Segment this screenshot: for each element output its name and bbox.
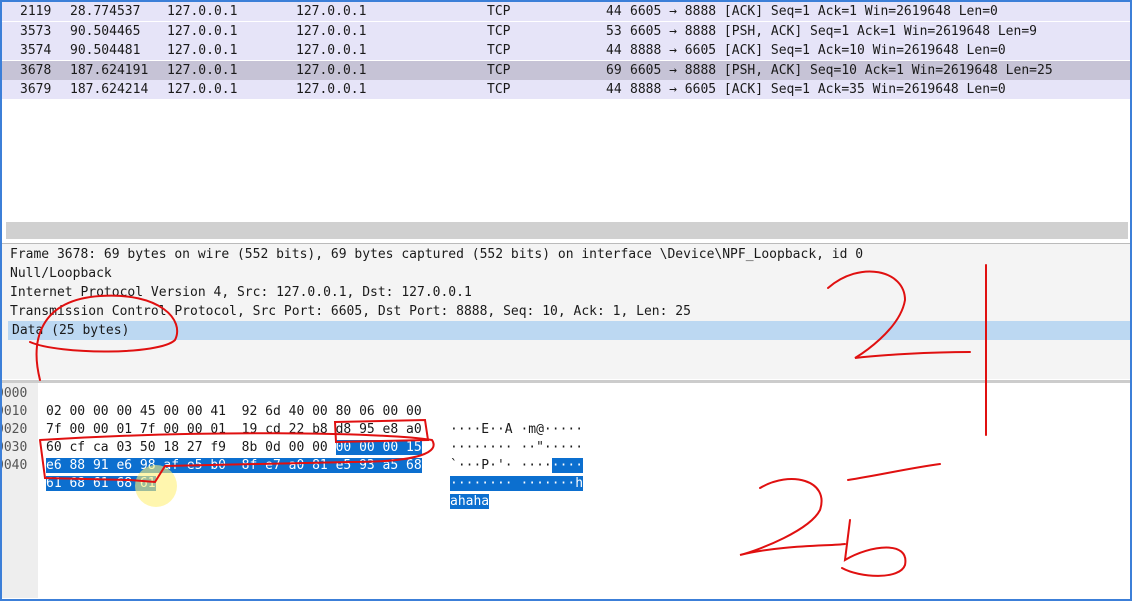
packet-row[interactable]: 2119 28.774537 127.0.0.1 127.0.0.1 TCP 44 6605… [2, 2, 1130, 21]
packet-info: 6605 → 8888 [PSH, ACK] Seq=1 Ack=1 Win=2… [630, 23, 1037, 39]
detail-tree-item[interactable]: Internet Protocol Version 4, Src: 127.0.… [10, 283, 472, 302]
hex-offset: 0010 [0, 404, 28, 419]
ascii-plain: `···P·'· ···· [450, 458, 552, 473]
packet-proto: TCP [487, 43, 511, 58]
hex-bytes-selected: 00 00 00 15 [335, 440, 422, 455]
detail-tree-item[interactable]: Frame 3678: 69 bytes on wire (552 bits),… [10, 245, 863, 264]
packet-details-pane[interactable]: Frame 3678: 69 bytes on wire (552 bits),… [2, 243, 1130, 379]
packet-dst: 127.0.0.1 [296, 23, 367, 39]
ascii-selected: ········ ·······h [450, 476, 584, 491]
packet-src: 127.0.0.1 [167, 82, 238, 97]
packet-row[interactable]: 3574 90.504481 127.0.0.1 127.0.0.1 TCP 44 8888… [2, 41, 1130, 60]
packet-no: 3678 [20, 62, 52, 78]
hex-offset: 0030 [0, 440, 28, 455]
packet-dst: 127.0.0.1 [296, 4, 367, 19]
packet-dst: 127.0.0.1 [296, 43, 367, 58]
detail-tree-item[interactable]: Data (25 bytes) [8, 321, 1130, 340]
ascii-selected: ahaha [450, 494, 490, 509]
packet-src: 127.0.0.1 [167, 4, 238, 19]
hex-bytes[interactable]: 7f 00 00 01 7f 00 00 01 19 cd 22 b8 d8 9… [46, 421, 422, 439]
packet-len: 53 [606, 23, 622, 39]
packet-len: 44 [606, 4, 622, 19]
packet-no: 3574 [20, 43, 52, 58]
detail-tree-item[interactable]: Transmission Control Protocol, Src Port:… [10, 302, 691, 321]
hex-bytes-plain: 60 cf ca 03 50 18 27 f9 8b 0d 00 00 [46, 440, 336, 455]
horizontal-scrollbar[interactable] [6, 222, 1128, 239]
hex-offset: 0020 [0, 422, 28, 437]
packet-row[interactable]: 3573 90.504465 127.0.0.1 127.0.0.1 TCP 53 6605… [2, 21, 1130, 41]
packet-row[interactable]: 3678 187.624191 127.0.0.1 127.0.0.1 TCP 69 660… [2, 60, 1130, 80]
ascii-bytes[interactable]: `···P·'· ········ [450, 457, 584, 475]
hex-bytes-selected: e6 88 91 e6 98 af e5 b0 8f e7 a0 81 e5 9… [46, 458, 422, 473]
hex-bytes[interactable]: 60 cf ca 03 50 18 27 f9 8b 0d 00 00 00 0… [46, 439, 422, 457]
packet-dst: 127.0.0.1 [296, 82, 367, 97]
packet-info: 6605 → 8888 [PSH, ACK] Seq=10 Ack=1 Win=… [630, 62, 1053, 78]
packet-proto: TCP [487, 4, 511, 19]
hex-bytes[interactable]: e6 88 91 e6 98 af e5 b0 8f e7 a0 81 e5 9… [46, 457, 422, 475]
packet-proto: TCP [487, 82, 511, 97]
packet-info: 8888 → 6605 [ACK] Seq=1 Ack=10 Win=26196… [630, 43, 1006, 58]
hex-offset: 0040 [0, 458, 28, 473]
packet-time: 90.504465 [70, 23, 141, 39]
packet-no: 3573 [20, 23, 52, 39]
packet-src: 127.0.0.1 [167, 62, 238, 78]
packet-time: 187.624214 [70, 82, 149, 97]
ascii-plain: ········ ··"····· [450, 440, 584, 455]
packet-time: 187.624191 [70, 62, 149, 78]
packet-row[interactable]: 3679 187.624214 127.0.0.1 127.0.0.1 TCP 44 888… [2, 80, 1130, 99]
packet-len: 44 [606, 43, 622, 58]
hex-bytes[interactable]: 02 00 00 00 45 00 00 41 92 6d 40 00 80 0… [46, 403, 422, 421]
packet-info: 8888 → 6605 [ACK] Seq=1 Ack=35 Win=26196… [630, 82, 1006, 97]
packet-info: 6605 → 8888 [ACK] Seq=1 Ack=1 Win=261964… [630, 4, 998, 19]
packet-len: 69 [606, 62, 622, 78]
ascii-selected: ···· [551, 458, 584, 473]
packet-time: 90.504481 [70, 43, 141, 58]
ascii-plain: ····E··A ·m@····· [450, 422, 584, 437]
packet-no: 2119 [20, 4, 52, 19]
packet-no: 3679 [20, 82, 52, 97]
packet-src: 127.0.0.1 [167, 43, 238, 58]
packet-list[interactable]: 2119 28.774537 127.0.0.1 127.0.0.1 TCP 44 6605… [2, 2, 1130, 222]
hex-offset: 0000 [0, 386, 28, 401]
hex-bytes-plain: 7f 00 00 01 7f 00 00 01 19 cd 22 b8 d8 9… [46, 422, 422, 437]
packet-src: 127.0.0.1 [167, 23, 238, 39]
packet-proto: TCP [487, 62, 511, 78]
ascii-bytes[interactable]: ahaha [450, 493, 490, 511]
ascii-bytes[interactable]: ········ ··"····· [450, 439, 583, 457]
ascii-bytes[interactable]: ····E··A ·m@····· [450, 421, 583, 439]
ascii-bytes[interactable]: ········ ·······h [450, 475, 584, 493]
packet-proto: TCP [487, 23, 511, 39]
cursor-highlight [135, 465, 177, 507]
packet-time: 28.774537 [70, 4, 141, 19]
packet-len: 44 [606, 82, 622, 97]
detail-tree-item[interactable]: Null/Loopback [10, 264, 112, 283]
hex-bytes-plain: 02 00 00 00 45 00 00 41 92 6d 40 00 80 0… [46, 404, 422, 419]
packet-dst: 127.0.0.1 [296, 62, 367, 78]
